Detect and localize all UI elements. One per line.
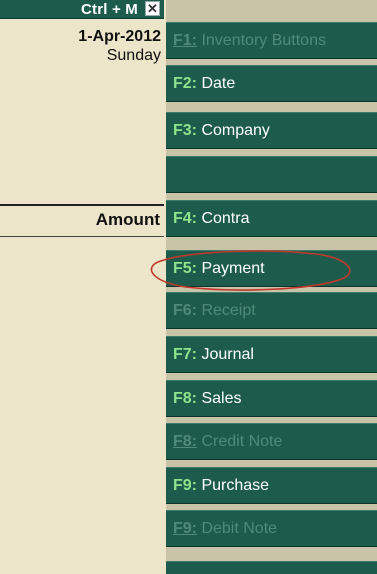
current-date: 1-Apr-2012 [78, 28, 161, 45]
button-key: F5: [173, 260, 197, 277]
button-label: Inventory Buttons [201, 32, 326, 49]
info-panel: Ctrl + M ✕ 1-Apr-2012 Sunday Amount [0, 0, 164, 573]
debit-note-button: F9: Debit Note [166, 510, 377, 547]
payment-button[interactable]: F5: Payment [166, 250, 377, 287]
button-label: Date [201, 75, 236, 92]
button-key: F9: [173, 520, 197, 537]
blank-button [166, 156, 377, 193]
purchase-button[interactable]: F9: Purchase [166, 467, 377, 504]
company-button[interactable]: F3: Company [166, 112, 377, 149]
button-key: F7: [173, 346, 197, 363]
button-key: F8: [173, 433, 197, 450]
button-label: Payment [201, 260, 265, 277]
button-label: Purchase [201, 477, 270, 494]
next-button-partial [166, 561, 377, 574]
current-day: Sunday [106, 47, 161, 64]
button-key: F1: [173, 32, 197, 49]
button-label: Sales [201, 390, 242, 407]
date-button[interactable]: F2: Date [166, 65, 377, 102]
shortcut-bar[interactable]: Ctrl + M ✕ [0, 0, 164, 19]
button-key: F8: [173, 390, 197, 407]
button-key: F2: [173, 75, 197, 92]
button-label: Credit Note [201, 433, 283, 450]
divider [0, 204, 164, 206]
button-key: F3: [173, 122, 197, 139]
button-label: Company [201, 122, 270, 139]
receipt-button: F6: Receipt [166, 292, 377, 329]
button-key: F9: [173, 477, 197, 494]
button-key: F4: [173, 210, 197, 227]
button-label: Contra [201, 210, 250, 227]
button-label: Receipt [201, 302, 256, 319]
button-key: F6: [173, 302, 197, 319]
sales-button[interactable]: F8: Sales [166, 380, 377, 417]
shortcut-label: Ctrl + M [80, 1, 138, 18]
close-icon[interactable]: ✕ [145, 1, 160, 16]
button-label: Debit Note [201, 520, 278, 537]
journal-button[interactable]: F7: Journal [166, 336, 377, 373]
contra-button[interactable]: F4: Contra [166, 200, 377, 237]
inventory-buttons-button: F1: Inventory Buttons [166, 22, 377, 59]
button-bar: F1: Inventory Buttons F2: Date F3: Compa… [166, 0, 377, 574]
amount-column-header: Amount [95, 210, 160, 229]
button-label: Journal [201, 346, 254, 363]
credit-note-button: F8: Credit Note [166, 423, 377, 460]
divider [0, 236, 164, 237]
